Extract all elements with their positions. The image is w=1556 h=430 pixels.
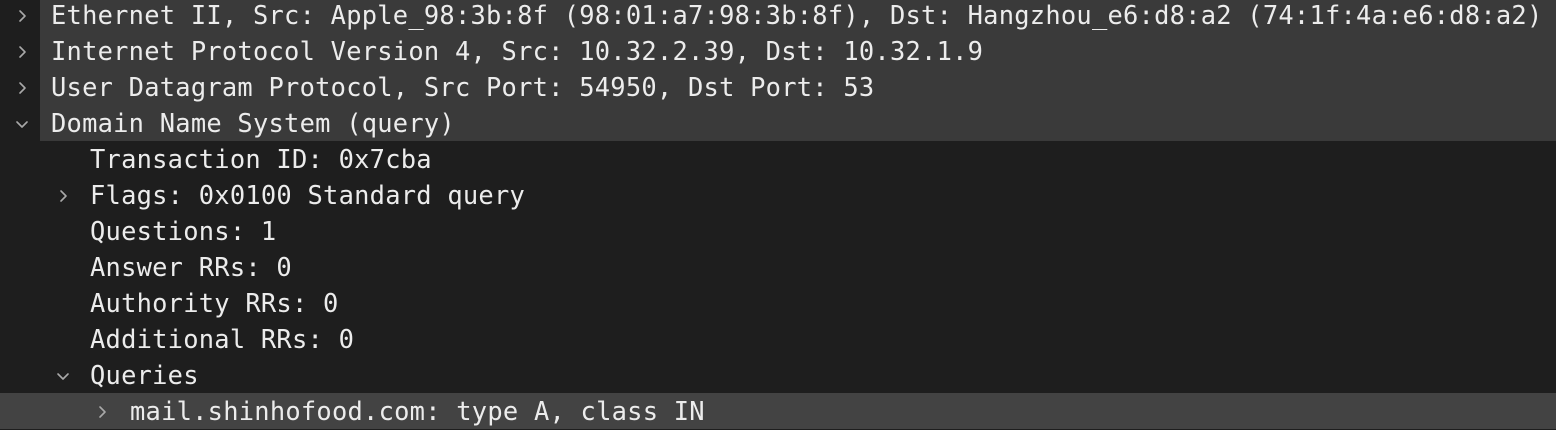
chevron-down-icon[interactable] bbox=[53, 357, 73, 393]
tree-row-transaction-id[interactable]: Transaction ID: 0x7cba bbox=[0, 141, 1556, 177]
tree-row-label: Transaction ID: 0x7cba bbox=[90, 144, 432, 174]
chevron-right-icon[interactable] bbox=[12, 69, 32, 105]
tree-row-flags[interactable]: Flags: 0x0100 Standard query bbox=[0, 177, 1556, 213]
chevron-right-icon[interactable] bbox=[92, 393, 112, 429]
tree-row-udp[interactable]: User Datagram Protocol, Src Port: 54950,… bbox=[0, 69, 1556, 105]
chevron-right-icon[interactable] bbox=[12, 33, 32, 69]
tree-row-label: Internet Protocol Version 4, Src: 10.32.… bbox=[51, 36, 984, 66]
tree-row-label: Flags: 0x0100 Standard query bbox=[90, 180, 526, 210]
tree-row-answer-rrs[interactable]: Answer RRs: 0 bbox=[0, 249, 1556, 285]
tree-row-authority-rrs[interactable]: Authority RRs: 0 bbox=[0, 285, 1556, 321]
tree-row-label: Authority RRs: 0 bbox=[90, 288, 339, 318]
tree-row-label: Questions: 1 bbox=[90, 216, 277, 246]
chevron-right-icon[interactable] bbox=[53, 177, 73, 213]
chevron-down-icon[interactable] bbox=[12, 105, 32, 141]
tree-row-label: Domain Name System (query) bbox=[51, 108, 455, 138]
tree-row-label: Queries bbox=[90, 360, 199, 390]
tree-row-label: Additional RRs: 0 bbox=[90, 324, 355, 354]
tree-row-query-item[interactable]: mail.shinhofood.com: type A, class IN bbox=[0, 393, 1556, 429]
tree-row-label: Ethernet II, Src: Apple_98:3b:8f (98:01:… bbox=[51, 0, 1543, 30]
tree-row-queries[interactable]: Queries bbox=[0, 357, 1556, 393]
packet-details-tree: Ethernet II, Src: Apple_98:3b:8f (98:01:… bbox=[0, 0, 1556, 430]
tree-row-dns[interactable]: Domain Name System (query) bbox=[0, 105, 1556, 141]
tree-row-questions[interactable]: Questions: 1 bbox=[0, 213, 1556, 249]
tree-row-ethernet[interactable]: Ethernet II, Src: Apple_98:3b:8f (98:01:… bbox=[0, 0, 1556, 33]
tree-row-label: Answer RRs: 0 bbox=[90, 252, 292, 282]
chevron-right-icon[interactable] bbox=[12, 0, 32, 33]
tree-row-label: User Datagram Protocol, Src Port: 54950,… bbox=[51, 72, 875, 102]
tree-row-additional-rrs[interactable]: Additional RRs: 0 bbox=[0, 321, 1556, 357]
tree-row-label: mail.shinhofood.com: type A, class IN bbox=[130, 396, 705, 426]
tree-row-ipv4[interactable]: Internet Protocol Version 4, Src: 10.32.… bbox=[0, 33, 1556, 69]
